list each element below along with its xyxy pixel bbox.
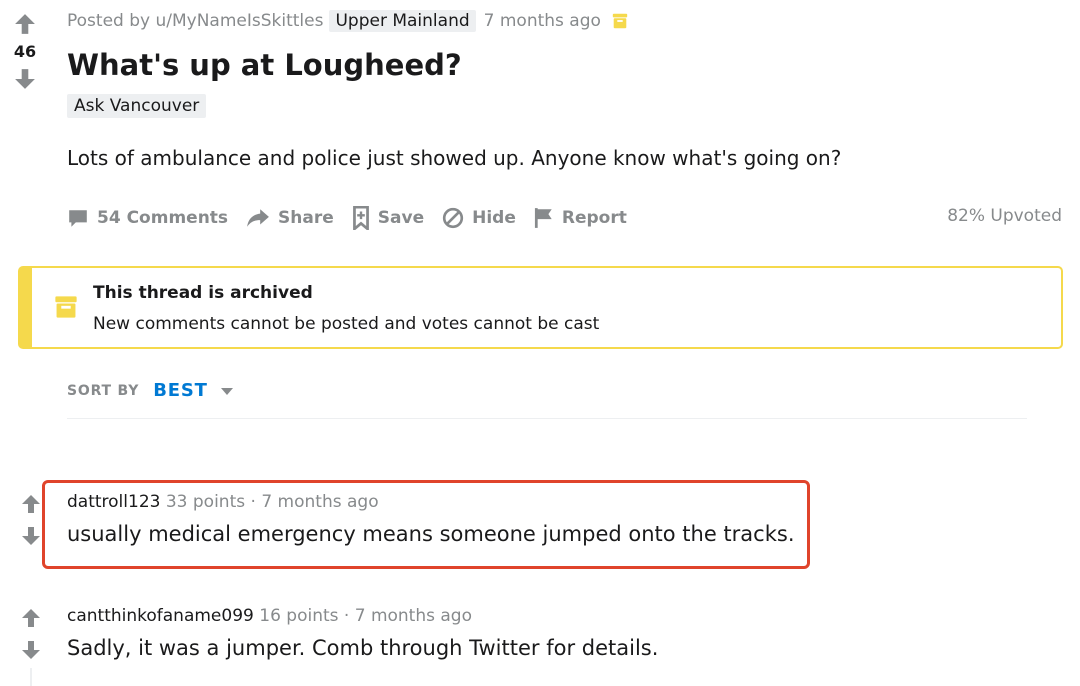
archive-icon [611, 12, 629, 30]
downvote-icon [22, 527, 40, 545]
meta-separator: · [343, 606, 350, 626]
downvote-button[interactable] [13, 67, 37, 91]
post-score: 46 [13, 42, 37, 61]
save-button[interactable]: Save [352, 206, 424, 230]
share-label: Share [278, 208, 334, 228]
post-actions: 54 Comments Share Save Hide Report [67, 203, 645, 233]
comment-vote-column [18, 492, 44, 556]
upvote-icon [22, 609, 40, 627]
hide-label: Hide [472, 208, 516, 228]
post-flair[interactable]: Ask Vancouver [67, 94, 207, 118]
comment-icon [69, 210, 87, 227]
comments-label: 54 Comments [97, 208, 229, 228]
post-title[interactable]: What's up at Lougheed? [67, 46, 1067, 84]
comments-button[interactable]: 54 Comments [67, 207, 228, 229]
comment-downvote-button[interactable] [19, 524, 43, 548]
upvote-button[interactable] [13, 12, 37, 36]
sort-label: SORT BY [67, 382, 140, 399]
caret-down-icon[interactable] [220, 381, 234, 400]
save-icon [352, 206, 369, 230]
report-icon [534, 208, 552, 228]
hide-icon [442, 207, 464, 229]
divider [67, 418, 1027, 419]
report-label: Report [561, 208, 627, 228]
downvote-icon [22, 641, 40, 659]
user-flair: Upper Mainland [329, 10, 476, 32]
sort-bar: SORT BY BEST [67, 380, 234, 401]
post-age[interactable]: 7 months ago [484, 11, 601, 31]
comment-age[interactable]: 7 months ago [355, 606, 472, 626]
posted-by-link[interactable]: Posted by u/MyNameIsSkittles [67, 11, 323, 31]
archived-title: This thread is archived [93, 283, 313, 303]
comment-points: 16 points [259, 606, 339, 626]
comment-vote-column [18, 606, 44, 670]
post-body: Lots of ambulance and police just showed… [67, 146, 842, 170]
comment-downvote-button[interactable] [19, 638, 43, 662]
post: Posted by u/MyNameIsSkittles Upper Mainl… [67, 8, 1067, 172]
save-label: Save [377, 208, 425, 228]
downvote-icon [15, 69, 35, 89]
thread-line[interactable] [30, 668, 32, 686]
share-icon [247, 209, 269, 227]
report-button[interactable]: Report [534, 207, 627, 229]
comment-meta: cantthinkofaname099 16 points · 7 months… [67, 606, 472, 626]
archived-text: New comments cannot be posted and votes … [93, 314, 600, 334]
comment-text: Sadly, it was a jumper. Comb through Twi… [67, 636, 659, 660]
post-vote-column: 46 [8, 12, 42, 91]
post-meta: Posted by u/MyNameIsSkittles Upper Mainl… [67, 8, 1067, 34]
archived-notice: This thread is archived New comments can… [18, 266, 1063, 349]
upvote-icon [15, 14, 35, 34]
hide-button[interactable]: Hide [442, 207, 516, 229]
comment-upvote-button[interactable] [19, 606, 43, 630]
comment-author[interactable]: cantthinkofaname099 [67, 606, 254, 626]
comment-upvote-button[interactable] [19, 492, 43, 516]
upvote-icon [22, 495, 40, 513]
share-button[interactable]: Share [246, 207, 334, 229]
archive-icon [54, 294, 78, 324]
sort-dropdown[interactable]: BEST [153, 380, 207, 401]
highlight-box [42, 480, 810, 569]
upvote-ratio: 82% Upvoted [947, 206, 1062, 226]
